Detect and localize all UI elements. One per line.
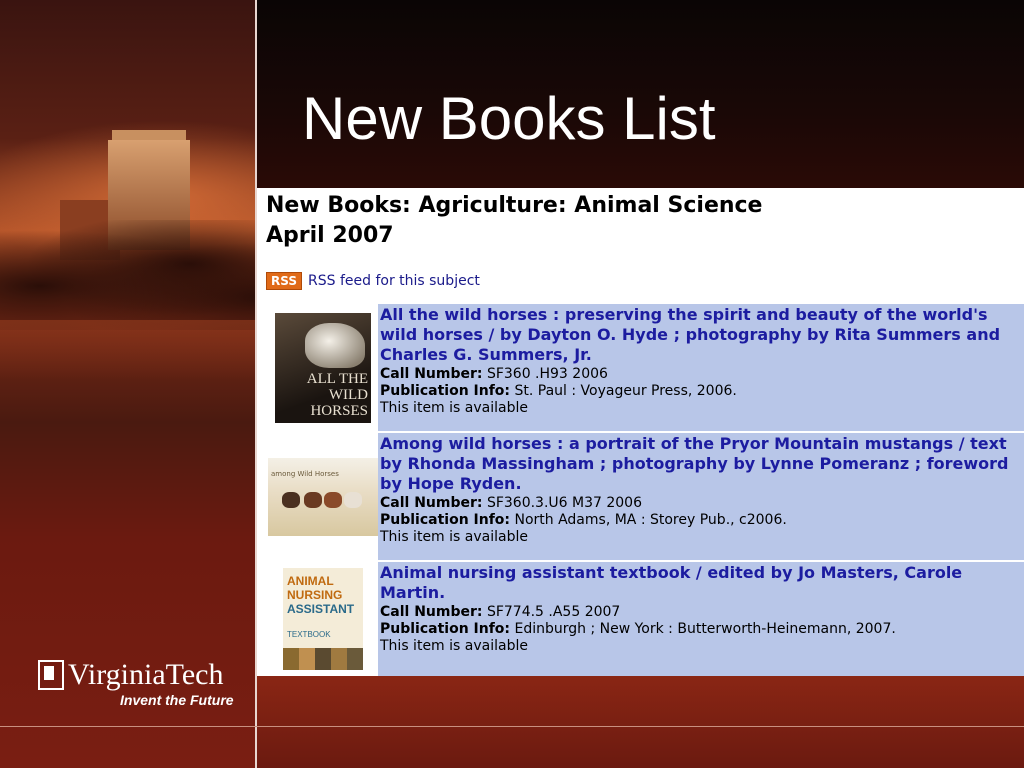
horse-image: [282, 491, 300, 508]
call-number-line: Call Number: SF360.3.U6 M37 2006: [380, 495, 1016, 512]
campus-photo: [0, 0, 255, 768]
cover-title: ANIMAL NURSING ASSISTANT: [287, 574, 354, 616]
publication-label: Publication Info:: [380, 621, 511, 637]
book-title-link[interactable]: Animal nursing assistant textbook / edit…: [380, 563, 1016, 603]
screenshot-content: New Books: Agriculture: Animal Science A…: [257, 188, 1024, 676]
call-number-value: SF774.5 .A55 2007: [486, 604, 621, 620]
book-row: among Wild Horses Among wild horses : a …: [268, 433, 1024, 560]
rss-feed-link[interactable]: RSS RSS feed for this subject: [266, 272, 480, 290]
cover-title: among Wild Horses: [271, 469, 339, 478]
bottom-bar: [257, 676, 1024, 768]
publication-value: St. Paul : Voyageur Press, 2006.: [514, 383, 737, 399]
publication-value: Edinburgh ; New York : Butterworth-Heine…: [514, 621, 896, 637]
heading-date: April 2007: [266, 223, 394, 248]
call-number-label: Call Number:: [380, 366, 483, 382]
book-cover-cell: ALL THE WILD HORSES: [268, 304, 378, 431]
publication-value: North Adams, MA : Storey Pub., c2006.: [514, 512, 787, 528]
book-info: Among wild horses : a portrait of the Pr…: [378, 433, 1024, 560]
page-heading: New Books: Agriculture: Animal Science A…: [266, 191, 762, 251]
cover-subtitle: TEXTBOOK: [287, 630, 331, 639]
cover-title-line: ASSISTANT: [287, 602, 355, 616]
publication-label: Publication Info:: [380, 512, 511, 528]
heading-subject: New Books: Agriculture: Animal Science: [266, 193, 763, 218]
publication-line: Publication Info: St. Paul : Voyageur Pr…: [380, 383, 1016, 400]
call-number-label: Call Number:: [380, 604, 483, 620]
slide-title: New Books List: [302, 85, 716, 152]
rss-icon[interactable]: RSS: [266, 272, 302, 290]
horse-image: [324, 491, 342, 508]
cover-title-line: NURSING: [287, 588, 343, 602]
book-title-link[interactable]: All the wild horses : preserving the spi…: [380, 305, 1016, 365]
cover-title: ALL THE WILD HORSES: [306, 370, 368, 419]
call-number-label: Call Number:: [380, 495, 483, 511]
book-list: ALL THE WILD HORSES All the wild horses …: [268, 304, 1024, 678]
horse-image: [304, 491, 322, 508]
horse-image: [344, 491, 362, 508]
book-cover-cell: among Wild Horses: [268, 433, 378, 560]
book-row: ANIMAL NURSING ASSISTANT TEXTBOOK Animal…: [268, 562, 1024, 676]
logo-tagline: Invent the Future: [120, 692, 234, 708]
virginia-tech-logo: VirginiaTech Invent the Future: [38, 658, 234, 708]
logo-wordmark: VirginiaTech: [68, 658, 224, 691]
book-row: ALL THE WILD HORSES All the wild horses …: [268, 304, 1024, 431]
book-cover-cell: ANIMAL NURSING ASSISTANT TEXTBOOK: [268, 562, 378, 676]
ground: [0, 320, 255, 380]
call-number-value: SF360.3.U6 M37 2006: [486, 495, 642, 511]
call-number-line: Call Number: SF360 .H93 2006: [380, 366, 1016, 383]
rss-feed-label[interactable]: RSS feed for this subject: [308, 273, 480, 289]
trees: [0, 220, 255, 330]
availability-status: This item is available: [380, 400, 528, 416]
cover-title-line: ANIMAL: [287, 574, 334, 588]
book-cover[interactable]: ANIMAL NURSING ASSISTANT TEXTBOOK: [283, 568, 363, 670]
availability-status: This item is available: [380, 529, 528, 545]
cover-photo-strip: [283, 648, 363, 670]
book-info: All the wild horses : preserving the spi…: [378, 304, 1024, 431]
call-number-value: SF360 .H93 2006: [486, 366, 608, 382]
publication-line: Publication Info: Edinburgh ; New York :…: [380, 621, 1016, 638]
horse-image: [305, 322, 365, 368]
publication-line: Publication Info: North Adams, MA : Stor…: [380, 512, 1016, 529]
horizontal-rule: [0, 726, 1024, 727]
call-number-line: Call Number: SF774.5 .A55 2007: [380, 604, 1016, 621]
book-title-link[interactable]: Among wild horses : a portrait of the Pr…: [380, 434, 1016, 494]
availability-status: This item is available: [380, 638, 528, 654]
vt-shield-icon: [38, 660, 64, 690]
book-info: Animal nursing assistant textbook / edit…: [378, 562, 1024, 676]
book-cover[interactable]: among Wild Horses: [268, 457, 378, 536]
title-bar: New Books List: [257, 0, 1024, 188]
book-cover[interactable]: ALL THE WILD HORSES: [275, 312, 371, 423]
publication-label: Publication Info:: [380, 383, 511, 399]
